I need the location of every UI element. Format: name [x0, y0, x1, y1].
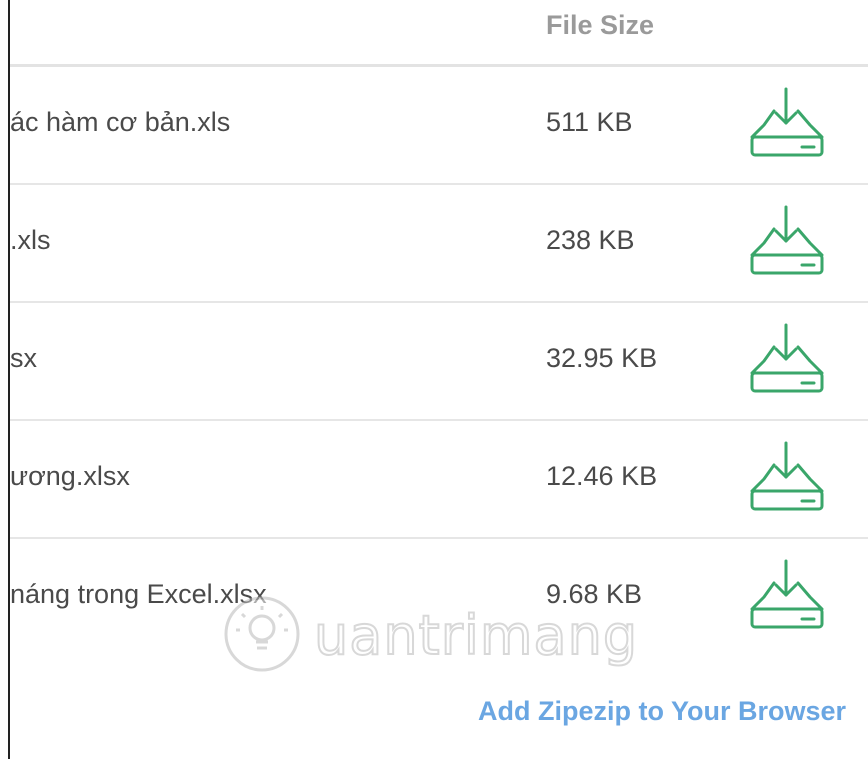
table-row: sx 32.95 KB	[10, 303, 868, 421]
table-row: ương.xlsx 12.46 KB	[10, 421, 868, 539]
watermark: uantrimang	[218, 590, 678, 680]
file-size: 511 KB	[546, 107, 633, 137]
file-size: 32.95 KB	[546, 343, 658, 373]
file-name[interactable]: .xls	[10, 225, 51, 256]
download-icon[interactable]	[748, 439, 828, 515]
file-list: ác hàm cơ bản.xls 511 KB .xls 238 KB sx …	[10, 67, 868, 655]
download-page: File Size ác hàm cơ bản.xls 511 KB .xls …	[0, 0, 868, 759]
download-icon[interactable]	[748, 321, 828, 397]
add-zipezip-link[interactable]: Add Zipezip to Your Browser	[478, 696, 846, 727]
table-row: .xls 238 KB	[10, 185, 868, 303]
download-icon[interactable]	[748, 203, 828, 279]
table-header: File Size	[10, 0, 868, 67]
download-icon[interactable]	[748, 557, 828, 633]
table-row: ác hàm cơ bản.xls 511 KB	[10, 67, 868, 185]
lightbulb-logo-icon	[224, 596, 300, 672]
file-name[interactable]: ác hàm cơ bản.xls	[10, 107, 230, 138]
file-name[interactable]: sx	[10, 343, 37, 374]
file-name[interactable]: ương.xlsx	[10, 461, 130, 492]
column-header-file-size: File Size	[546, 10, 655, 40]
file-size: 12.46 KB	[546, 461, 658, 491]
file-size: 238 KB	[546, 225, 635, 255]
watermark-text: uantrimang	[313, 603, 639, 668]
download-icon[interactable]	[748, 85, 828, 161]
